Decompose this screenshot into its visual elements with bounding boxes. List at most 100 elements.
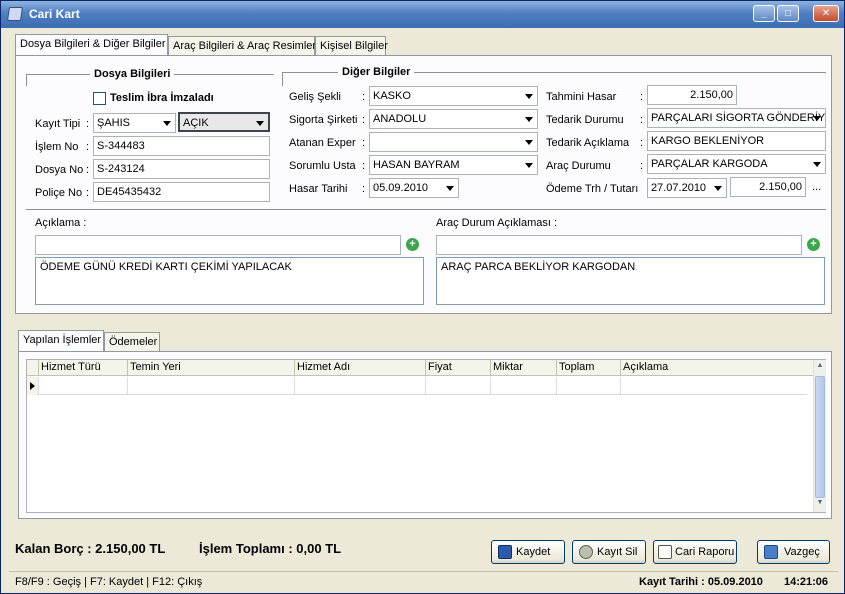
odeme-tarih-picker[interactable]: 27.07.2010: [647, 178, 727, 198]
add-aciklama-icon[interactable]: +: [406, 238, 419, 251]
dosya-section-title: Dosya Bilgileri: [90, 68, 175, 80]
aciklama-memo[interactable]: ÖDEME GÜNÜ KREDİ KARTI ÇEKİMİ YAPILACAK: [35, 257, 424, 305]
gelis-sekli-label: Geliş Şekli: [289, 91, 341, 103]
hasar-tarihi-picker[interactable]: 05.09.2010: [369, 178, 459, 198]
kayit-sil-button[interactable]: Kayıt Sil: [572, 540, 646, 564]
dosya-section-line-v: [26, 74, 27, 86]
cell-hizmet-turu[interactable]: [39, 377, 128, 395]
odeme-more-button[interactable]: ...: [812, 181, 821, 193]
tahmini-colon: :: [640, 91, 644, 103]
scroll-up-icon[interactable]: ▲: [815, 362, 825, 374]
usta-value: HASAN BAYRAM: [373, 159, 460, 171]
dosya-no-colon: :: [86, 164, 90, 176]
islem-no-label: İşlem No: [35, 141, 79, 153]
arac-aciklama-memo[interactable]: ARAÇ PARCA BEKLİYOR KARGODAN: [436, 257, 825, 305]
table-row[interactable]: [27, 377, 807, 395]
vazgec-button[interactable]: Vazgeç: [757, 540, 830, 564]
kaydet-button[interactable]: Kaydet: [491, 540, 565, 564]
islemler-grid[interactable]: Hizmet Türü Temin Yeri Hizmet Adı Fiyat …: [26, 359, 826, 513]
diger-section-line-v: [282, 72, 283, 86]
police-no-field[interactable]: DE45435432: [93, 182, 270, 202]
scroll-down-icon[interactable]: ▼: [815, 499, 825, 511]
tahmini-hasar-field[interactable]: 2.150,00: [647, 85, 737, 105]
sigorta-select[interactable]: ANADOLU: [369, 109, 538, 129]
dosya-no-field[interactable]: S-243124: [93, 159, 270, 179]
kayit-tipi-colon: :: [86, 118, 90, 130]
gelis-sekli-select[interactable]: KASKO: [369, 86, 538, 106]
vazgec-label: Vazgeç: [784, 546, 820, 558]
minimize-button[interactable]: _: [753, 5, 775, 22]
hasar-tarihi-label: Hasar Tarihi: [289, 183, 348, 195]
close-button[interactable]: ✕: [813, 5, 839, 22]
col-temin-yeri[interactable]: Temin Yeri: [128, 360, 295, 376]
aciklama-input[interactable]: [35, 235, 401, 255]
tedarik-aciklama-field[interactable]: KARGO BEKLENİYOR: [647, 131, 826, 151]
grid-header: Hizmet Türü Temin Yeri Hizmet Adı Fiyat …: [27, 360, 813, 376]
hasar-tarihi-value: 05.09.2010: [373, 182, 429, 194]
status-time: 14:21:06: [784, 576, 829, 588]
cell-temin-yeri[interactable]: [128, 377, 295, 395]
cell-miktar[interactable]: [491, 377, 557, 395]
chevron-down-icon: [163, 121, 171, 126]
tab-dosya-bilgileri[interactable]: Dosya Bilgileri & Diğer Bilgiler: [15, 34, 168, 55]
exper-colon: :: [362, 137, 366, 149]
col-fiyat[interactable]: Fiyat: [426, 360, 491, 376]
tedarik-durum-select[interactable]: PARÇALARI SİGORTA GÖNDERİY: [647, 108, 826, 128]
teslim-ibra-checkbox[interactable]: [93, 92, 106, 105]
gelis-colon: :: [362, 91, 366, 103]
col-miktar[interactable]: Miktar: [491, 360, 557, 376]
kayit-tipi-value: ŞAHIS: [97, 117, 131, 129]
status-bar: F8/F9 : Geçiş | F7: Kaydet | F12: Çıkış …: [9, 571, 838, 591]
diger-section-title: Diğer Bilgiler: [338, 66, 415, 78]
kayit-durum-select[interactable]: AÇIK: [178, 112, 270, 132]
tedarik-durum-value: PARÇALARI SİGORTA GÖNDERİY: [651, 112, 826, 124]
add-arac-aciklama-icon[interactable]: +: [807, 238, 820, 251]
tedarik-aciklama-label: Tedarik Açıklama: [546, 137, 630, 149]
exit-icon: [764, 545, 778, 559]
chevron-down-icon: [813, 116, 821, 121]
kayit-tipi-label: Kayıt Tipi: [35, 118, 81, 130]
scroll-thumb[interactable]: [815, 376, 825, 498]
hasar-tarihi-colon: :: [362, 183, 366, 195]
col-toplam[interactable]: Toplam: [557, 360, 621, 376]
title-bar[interactable]: Cari Kart _ □ ✕: [1, 1, 844, 28]
arac-aciklama-label: Araç Durum Açıklaması :: [436, 217, 558, 229]
tab-odemeler[interactable]: Ödemeler: [104, 332, 160, 351]
kalan-borc-text: Kalan Borç : 2.150,00 TL: [15, 541, 166, 556]
col-hizmet-adi[interactable]: Hizmet Adı: [295, 360, 426, 376]
tab-kisisel-bilgiler[interactable]: Kişisel Bilgiler: [315, 36, 388, 55]
usta-select[interactable]: HASAN BAYRAM: [369, 155, 538, 175]
tahmini-hasar-label: Tahmini Hasar: [546, 91, 617, 103]
islem-no-field[interactable]: S-344483: [93, 136, 270, 156]
sigorta-label: Sigorta Şirketi: [289, 114, 358, 126]
sigorta-value: ANADOLU: [373, 113, 427, 125]
police-no-label: Poliçe No: [35, 187, 83, 199]
exper-select[interactable]: [369, 132, 538, 152]
kayit-tarihi-text: Kayıt Tarihi : 05.09.2010: [639, 576, 763, 588]
shortcuts-text: F8/F9 : Geçiş | F7: Kaydet | F12: Çıkış: [15, 576, 203, 588]
islem-no-colon: :: [86, 141, 90, 153]
col-aciklama[interactable]: Açıklama: [621, 360, 807, 376]
cell-fiyat[interactable]: [426, 377, 491, 395]
row-indicator: [27, 377, 39, 395]
arac-durum-colon: :: [640, 160, 644, 172]
cell-toplam[interactable]: [557, 377, 621, 395]
chevron-down-icon: [525, 163, 533, 168]
odeme-tutar-field[interactable]: 2.150,00: [730, 177, 806, 197]
tab-arac-bilgileri[interactable]: Araç Bilgileri & Araç Resimleri: [168, 36, 318, 55]
kayit-tipi-select[interactable]: ŞAHIS: [93, 113, 176, 133]
grid-vertical-scrollbar[interactable]: ▲ ▼: [813, 360, 826, 512]
cell-hizmet-adi[interactable]: [295, 377, 426, 395]
chevron-down-icon: [813, 162, 821, 167]
dosya-panel: Dosya Bilgileri Teslim İbra İmzaladı Kay…: [15, 55, 832, 314]
col-hizmet-turu[interactable]: Hizmet Türü: [39, 360, 128, 376]
cari-raporu-button[interactable]: Cari Raporu: [653, 540, 737, 564]
tedarik-durum-label: Tedarik Durumu: [546, 114, 624, 126]
arac-durum-select[interactable]: PARÇALAR KARGODA: [647, 154, 826, 174]
arac-aciklama-input[interactable]: [436, 235, 802, 255]
dosya-no-label: Dosya No: [35, 164, 84, 176]
cell-aciklama[interactable]: [621, 377, 807, 395]
odeme-tarih-value: 27.07.2010: [651, 182, 707, 194]
tab-yapilan-islemler[interactable]: Yapılan İşlemler: [18, 330, 104, 351]
maximize-button[interactable]: □: [777, 5, 799, 22]
